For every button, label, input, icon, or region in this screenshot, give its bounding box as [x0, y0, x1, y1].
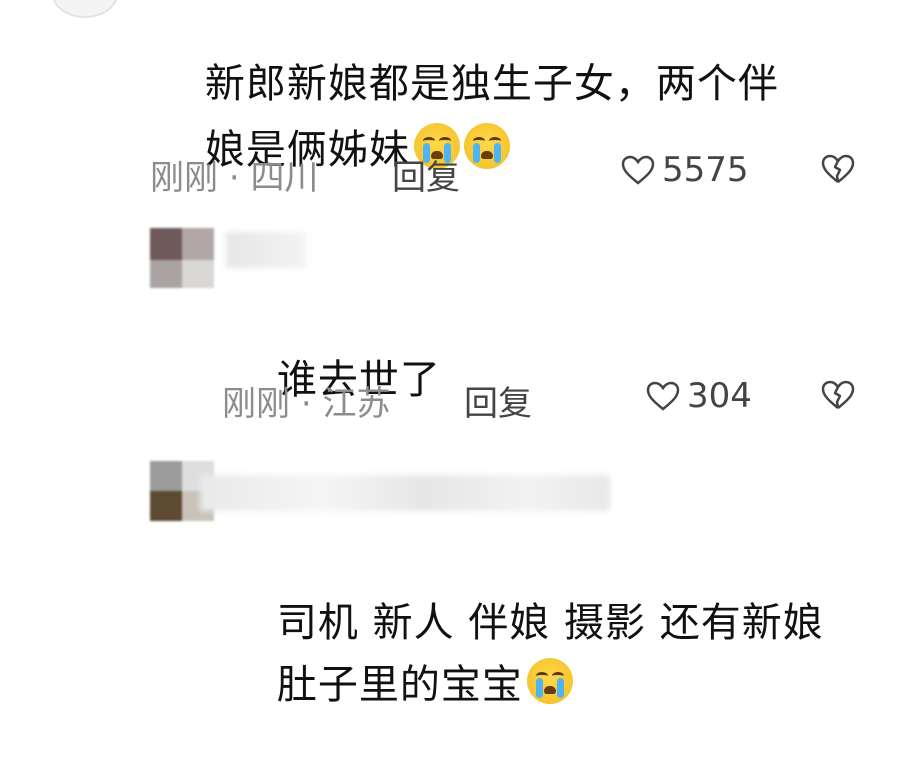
avatar[interactable]	[52, 0, 118, 18]
reply-button[interactable]: 回复	[392, 150, 460, 199]
dislike-button[interactable]	[820, 378, 856, 416]
avatar[interactable]	[150, 228, 214, 288]
comment-location: 江苏	[322, 384, 391, 424]
like-button[interactable]: 304	[645, 376, 752, 416]
comment-item: 新郎新娘都是独生子女，两个伴 娘是俩姊妹 刚刚 · 四川 回复 5575	[0, 0, 900, 210]
dislike-button[interactable]	[820, 152, 856, 190]
meta-separator: ·	[228, 158, 240, 198]
comment-text-line: 肚子里的宝宝	[276, 662, 523, 708]
comment-text: 肚子里的宝宝	[222, 601, 573, 769]
comment-meta: 刚刚 · 江苏	[222, 376, 390, 425]
broken-heart-icon	[821, 380, 855, 409]
crying-face-emoji-icon	[526, 658, 573, 704]
heart-outline-icon	[646, 381, 680, 411]
comment-time: 刚刚	[222, 384, 290, 424]
username-redacted[interactable]	[200, 475, 610, 511]
like-button[interactable]: 5575	[620, 150, 749, 190]
meta-separator: ·	[300, 384, 312, 424]
comment-item: 谁去世了 刚刚 · 江苏 回复 304	[0, 220, 900, 440]
username-redacted[interactable]	[226, 232, 306, 268]
comment-time: 刚刚	[150, 158, 218, 198]
crying-face-emoji-icon	[463, 123, 510, 169]
like-count: 304	[687, 376, 752, 416]
like-count: 5575	[662, 150, 749, 190]
reply-button[interactable]: 回复	[464, 376, 532, 425]
broken-heart-icon	[821, 154, 855, 183]
heart-outline-icon	[621, 155, 655, 185]
comment-meta: 刚刚 · 四川	[150, 150, 318, 199]
comment-location: 四川	[250, 158, 319, 198]
comment-item: 司机 新人 伴娘 摄影 还有新娘 肚子里的宝宝	[0, 455, 900, 708]
